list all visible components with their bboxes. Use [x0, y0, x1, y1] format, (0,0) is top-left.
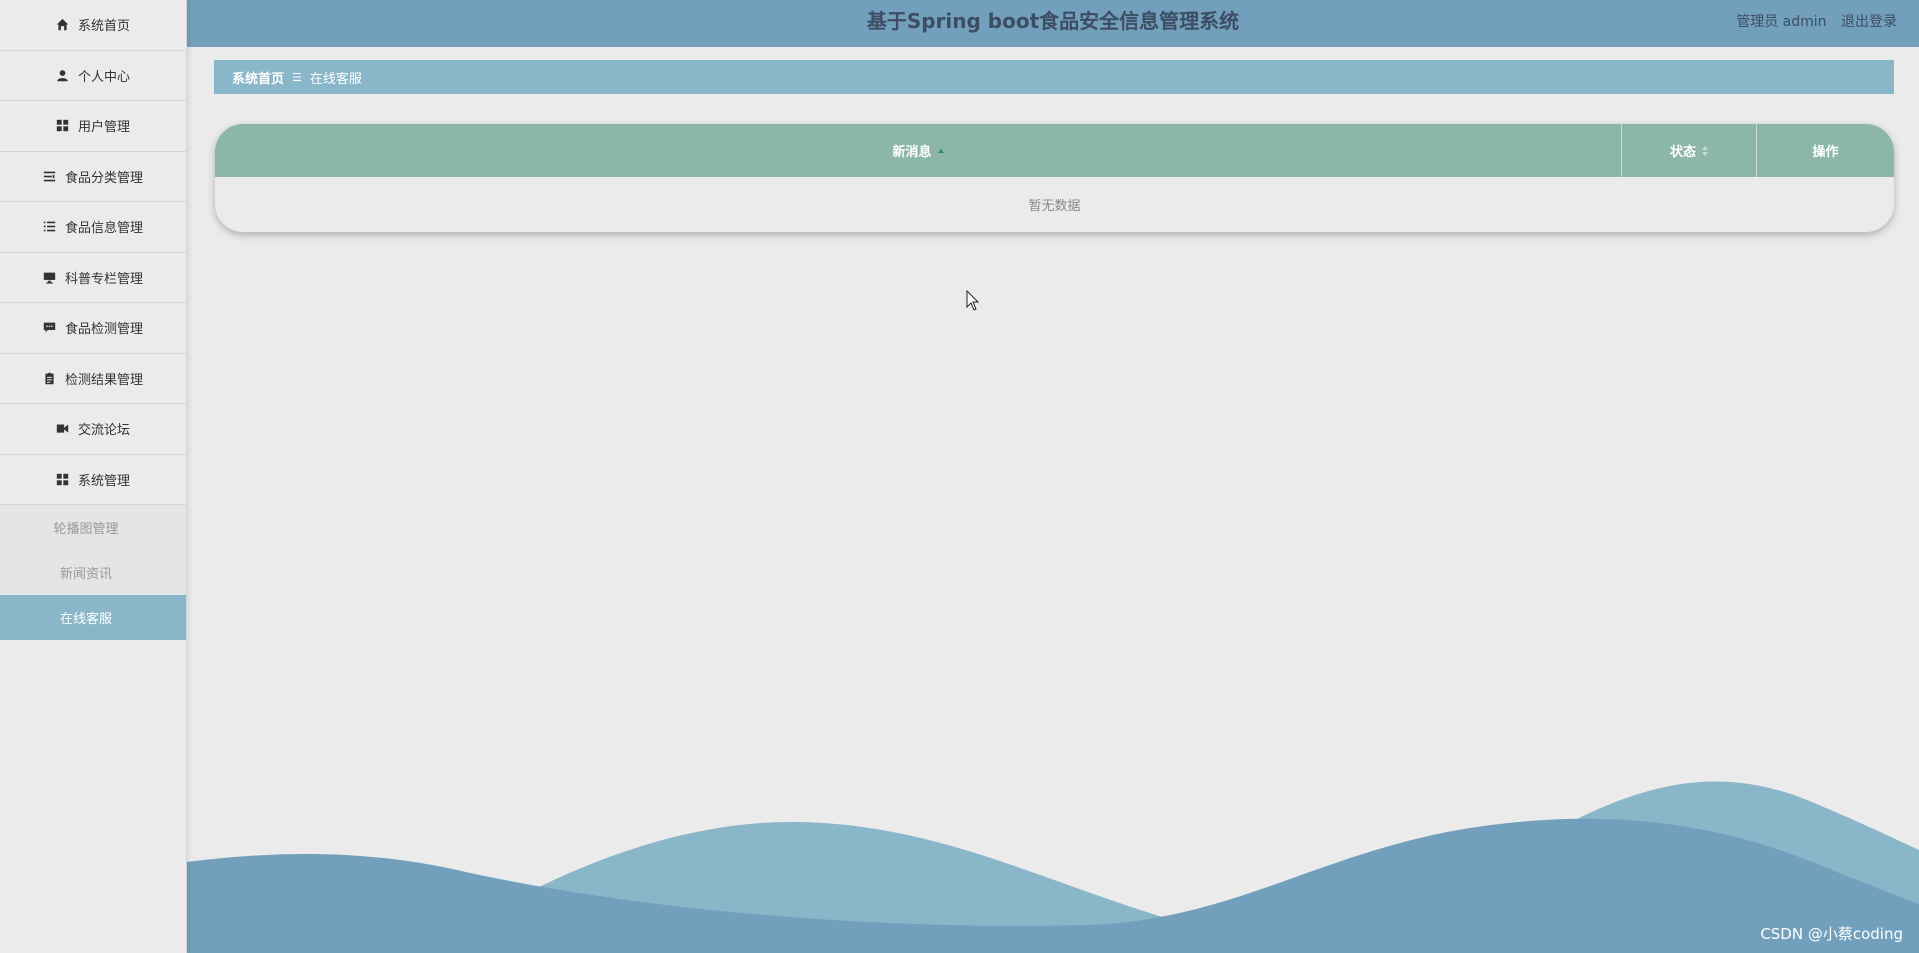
sidebar-item-label: 个人中心 — [77, 69, 130, 85]
column-header-new-message[interactable]: 新消息 — [215, 124, 1622, 177]
chat-icon — [43, 321, 57, 335]
sidebar-item-label: 系统首页 — [77, 19, 130, 35]
sidebar-item-inspection-results[interactable]: 检测结果管理 — [0, 354, 186, 404]
empty-state-text: 暂无数据 — [1028, 199, 1081, 214]
sidebar-item-label: 交流论坛 — [77, 423, 130, 439]
list-icon — [43, 220, 57, 234]
decorative-waves — [187, 781, 1919, 953]
submenu-item-online-service[interactable]: 在线客服 — [0, 595, 186, 640]
sidebar-item-food-info[interactable]: 食品信息管理 — [0, 202, 186, 253]
table-header: 新消息 状态 操作 — [215, 124, 1894, 177]
grid-icon — [56, 119, 70, 133]
grid-icon — [56, 472, 70, 486]
sidebar: 系统首页 个人中心 用户管理 食品分类管理 食品信息管理 科普专栏管理 食品检测… — [0, 0, 187, 953]
sidebar-item-label: 科普专栏管理 — [64, 271, 143, 287]
breadcrumb-home[interactable]: 系统首页 — [232, 68, 284, 87]
sidebar-item-label: 系统管理 — [77, 473, 130, 489]
sidebar-item-home[interactable]: 系统首页 — [0, 0, 186, 51]
video-icon — [56, 422, 70, 436]
breadcrumb-separator-icon: ☰ — [292, 70, 302, 84]
logout-link[interactable]: 退出登录 — [1841, 14, 1897, 30]
mouse-cursor-icon — [966, 290, 980, 311]
home-icon — [56, 18, 70, 32]
sidebar-item-system[interactable]: 系统管理 — [0, 455, 186, 505]
user-area: 管理员 admin 退出登录 — [1736, 11, 1897, 31]
sort-icon[interactable] — [1702, 145, 1708, 157]
submenu-item-news[interactable]: 新闻资讯 — [0, 550, 186, 595]
sort-icon[interactable] — [937, 148, 944, 154]
top-header: 基于Spring boot食品安全信息管理系统 管理员 admin 退出登录 — [187, 0, 1919, 47]
user-label: 管理员 admin — [1736, 14, 1827, 30]
sidebar-item-forum[interactable]: 交流论坛 — [0, 404, 186, 455]
sidebar-item-label: 食品分类管理 — [64, 170, 143, 186]
system-submenu: 轮播图管理 新闻资讯 在线客服 — [0, 505, 186, 640]
watermark: CSDN @小蔡coding — [1760, 925, 1903, 943]
sidebar-item-science-column[interactable]: 科普专栏管理 — [0, 253, 186, 303]
sidebar-item-food-inspection[interactable]: 食品检测管理 — [0, 303, 186, 354]
sidebar-item-profile[interactable]: 个人中心 — [0, 51, 186, 101]
sidebar-item-label: 检测结果管理 — [64, 372, 143, 388]
sidebar-item-users[interactable]: 用户管理 — [0, 101, 186, 152]
sidebar-item-label: 食品信息管理 — [64, 221, 143, 237]
breadcrumb-current: 在线客服 — [309, 71, 362, 87]
sidebar-item-label: 用户管理 — [77, 120, 130, 136]
column-header-actions: 操作 — [1812, 145, 1839, 160]
column-header-status[interactable]: 状态 — [1622, 124, 1757, 177]
clipboard-icon — [43, 371, 57, 385]
monitor-icon — [43, 270, 57, 284]
messages-table: 新消息 状态 操作 暂无数据 — [215, 124, 1894, 232]
sidebar-item-food-category[interactable]: 食品分类管理 — [0, 152, 186, 202]
sliders-icon — [43, 169, 57, 183]
app-title: 基于Spring boot食品安全信息管理系统 — [866, 9, 1240, 33]
submenu-item-carousel[interactable]: 轮播图管理 — [0, 505, 186, 550]
sidebar-item-label: 食品检测管理 — [64, 322, 143, 338]
person-icon — [56, 68, 70, 82]
breadcrumb: 系统首页 ☰ 在线客服 — [214, 60, 1894, 94]
